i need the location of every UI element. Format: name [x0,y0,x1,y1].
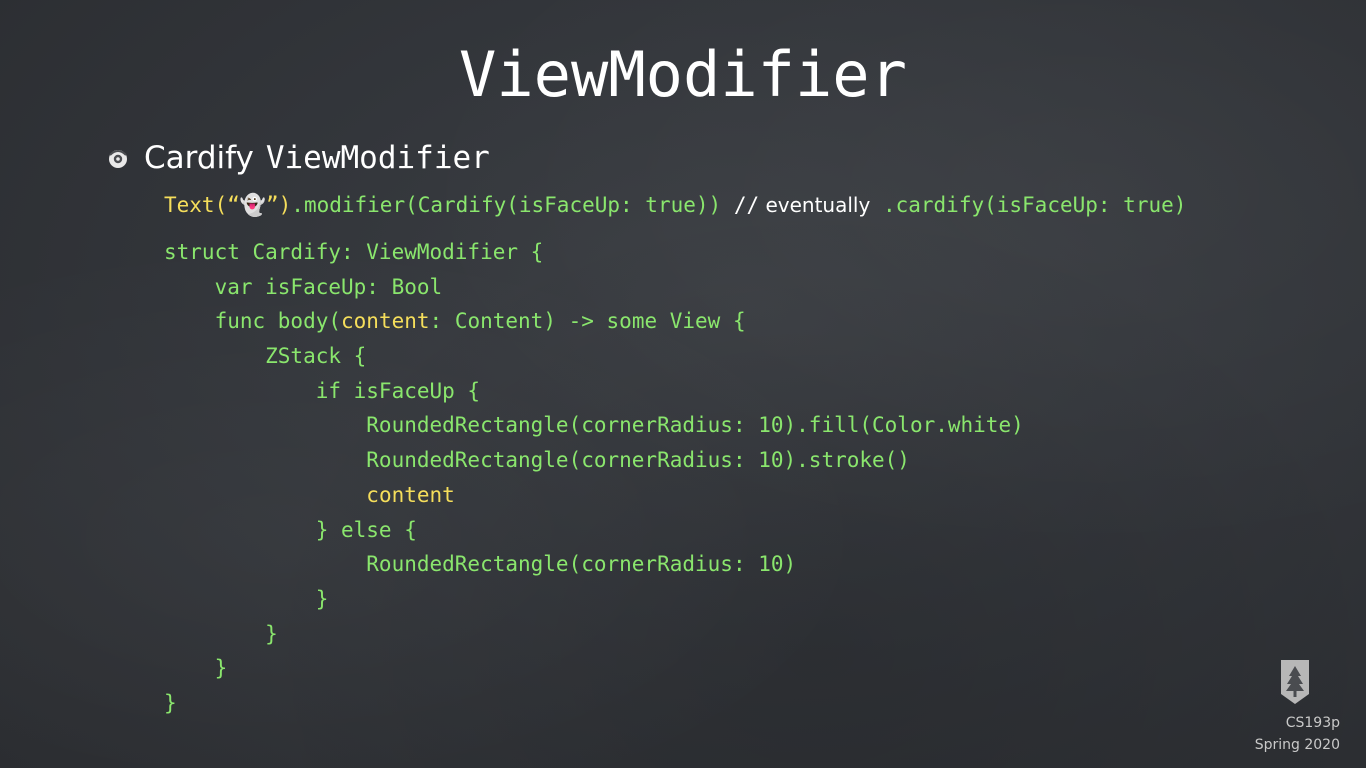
bullet-heading: Cardify ViewModifier [106,140,490,176]
code-line: if isFaceUp { [164,378,481,403]
course-term: Spring 2020 [1254,737,1340,753]
bullet-heading-word: Cardify [144,140,254,176]
code-line: RoundedRectangle(cornerRadius: 10).fill(… [164,413,1024,438]
usage-example-line: Text(“👻”).modifier(Cardify(isFaceUp: tru… [164,188,1186,223]
code-line: } [164,690,177,715]
modifier-call: .modifier(Cardify(isFaceUp: true)) [291,193,722,217]
code-token-content-param: content [341,309,430,334]
code-line: func body(content: Content) -> some View… [164,304,1024,339]
code-line: } [164,621,278,646]
code-token: func body( [164,309,342,334]
comment-slashes: // [721,193,760,217]
text-call: Text(“👻”) [164,193,292,217]
code-line: var isFaceUp: Bool [164,274,443,299]
code-line: ZStack { [164,344,367,369]
code-token: : Content) -> some View { [429,309,746,334]
course-name: CS193p [1285,715,1340,731]
code-line: content [164,478,1024,513]
course-label: CS193p Spring 2020 [1255,712,1340,756]
code-line: } [164,656,228,681]
slide-title: ViewModifier [459,38,907,111]
code-token-content: content [366,482,455,507]
bullet-heading-code: ViewModifier [265,140,490,176]
code-line: struct Cardify: ViewModifier { [164,240,544,264]
future-cardify-call: .cardify(isFaceUp: true) [870,193,1187,217]
comment-word: eventually [759,193,871,217]
code-line: RoundedRectangle(cornerRadius: 10) [164,552,797,577]
stanford-tree-logo-icon [1278,658,1312,706]
bullet-icon [106,146,130,170]
code-block: struct Cardify: ViewModifier { var isFac… [164,235,1024,721]
code-line: RoundedRectangle(cornerRadius: 10).strok… [164,448,910,473]
code-line: } else { [164,517,417,542]
code-line: } [164,586,329,611]
